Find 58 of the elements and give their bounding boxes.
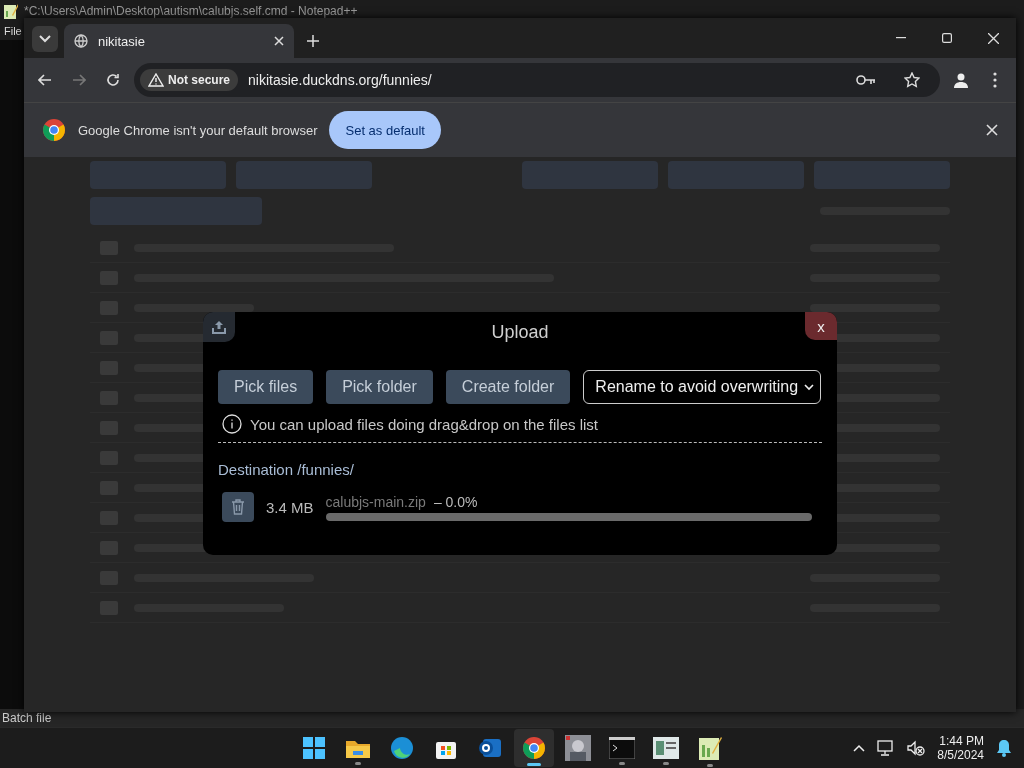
back-arrow-icon: [38, 74, 52, 86]
forward-arrow-icon: [72, 74, 86, 86]
close-icon: [987, 32, 999, 44]
chevron-up-icon[interactable]: [853, 744, 866, 752]
notepad-icon: [698, 735, 722, 761]
notepad-icon: [4, 3, 18, 19]
destination-text: Destination /funnies/: [218, 461, 355, 478]
address-bar[interactable]: Not secure nikitasie.duckdns.org/funnies/: [134, 63, 940, 97]
close-icon[interactable]: [986, 124, 998, 136]
hint-text: You can upload files doing drag&drop on the files list: [250, 415, 599, 433]
reload-icon: [106, 73, 120, 87]
plus-icon: [307, 35, 319, 47]
delete-button[interactable]: [222, 492, 254, 522]
app-window-icon: [653, 737, 679, 759]
file-size: 3.4 MB: [266, 498, 314, 516]
tab-search-button[interactable]: [32, 26, 58, 52]
globe-icon: [74, 34, 88, 48]
game-thumbnail-icon: [565, 735, 591, 761]
clock[interactable]: 1:44 PM 8/5/2024: [937, 734, 984, 762]
browser-tab[interactable]: nikitasie: [64, 24, 294, 58]
action-button[interactable]: Pick folder: [326, 370, 433, 404]
trash-icon: [231, 499, 245, 515]
info-icon: [222, 414, 242, 434]
speaker-muted-icon[interactable]: [907, 740, 926, 756]
window-title: *C:\Users\Admin\Desktop\autism\calubjs.self.cmd - Notepad++: [24, 4, 358, 18]
close-icon[interactable]: [274, 36, 284, 46]
file-name: calubjs-main.zip: [325, 493, 426, 510]
upload-tray-icon: [211, 320, 227, 334]
action-button[interactable]: Create folder: [445, 370, 571, 404]
minimize-icon: [896, 37, 906, 39]
chevron-down-icon: [39, 35, 51, 43]
network-icon[interactable]: [877, 740, 896, 756]
progress-text: – 0.0%: [433, 493, 478, 510]
warning-icon: [148, 73, 164, 87]
url-text: nikitasie.duckdns.org/funnies/: [248, 72, 433, 88]
windows-icon: [302, 736, 326, 760]
dialog-title: Upload: [491, 321, 549, 343]
maximize-icon: [942, 33, 952, 43]
chrome-icon: [42, 118, 66, 142]
status-text: Batch file: [2, 711, 52, 726]
infobar-message: Google Chrome isn't your default browser: [78, 122, 318, 138]
chevron-down-icon: [804, 383, 815, 391]
terminal-icon: [609, 737, 635, 759]
chrome-icon: [522, 736, 546, 760]
overwrite-select[interactable]: Rename to avoid overwriting: [583, 370, 822, 404]
action-button[interactable]: Pick files: [218, 370, 314, 404]
person-icon: [953, 72, 969, 88]
menu-icon: [993, 72, 997, 88]
taskbar-app[interactable]: [514, 729, 554, 767]
menu-item[interactable]: File: [0, 22, 22, 40]
bell-icon[interactable]: [996, 739, 1012, 757]
mail-icon: [477, 736, 503, 760]
key-icon[interactable]: [856, 74, 876, 86]
star-icon[interactable]: [904, 72, 920, 88]
close-button[interactable]: x: [805, 312, 837, 340]
security-chip[interactable]: Not secure: [140, 69, 239, 91]
browser-swirl-icon: [390, 736, 414, 760]
set-default-button[interactable]: Set as default: [329, 111, 441, 149]
